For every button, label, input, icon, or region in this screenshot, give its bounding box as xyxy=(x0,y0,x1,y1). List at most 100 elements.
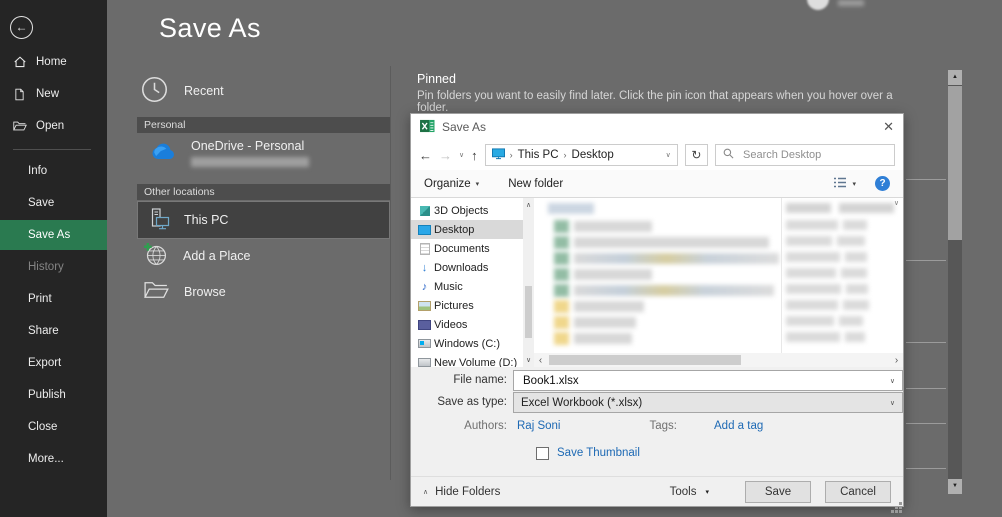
sidebar-item-history[interactable]: History xyxy=(0,252,107,282)
chevron-down-icon: ∨ xyxy=(890,399,895,407)
recent-locations-chevron-icon[interactable]: ∨ xyxy=(459,151,464,159)
scrollbar-thumb[interactable] xyxy=(948,86,962,240)
file-row-redacted[interactable] xyxy=(554,300,644,313)
views-icon xyxy=(833,177,847,191)
dialog-command-bar: Organize ▾ New folder ▾ ? xyxy=(411,170,903,198)
tools-dropdown[interactable]: Tools ▾ xyxy=(670,486,709,498)
horizontal-scrollbar-thumb[interactable] xyxy=(549,355,741,365)
user-avatar[interactable] xyxy=(807,0,829,10)
file-row-redacted[interactable] xyxy=(554,236,769,249)
scroll-down-button[interactable]: ▼ xyxy=(948,479,962,494)
tree-item-documents[interactable]: Documents xyxy=(411,239,523,258)
hide-folders-button[interactable]: ∧ Hide Folders xyxy=(423,486,500,498)
save-button[interactable]: Save xyxy=(745,481,811,503)
file-row-redacted[interactable] xyxy=(554,268,652,281)
pinned-row-separator xyxy=(906,388,946,389)
resize-grip[interactable] xyxy=(899,502,902,505)
sidebar-item-label: Open xyxy=(36,120,64,132)
sidebar-item-open[interactable]: Open xyxy=(0,111,107,141)
back-button[interactable]: ← xyxy=(10,16,33,39)
close-icon[interactable]: ✕ xyxy=(868,119,894,135)
sidebar-item-home[interactable]: Home xyxy=(0,47,107,77)
cancel-button[interactable]: Cancel xyxy=(825,481,891,503)
recent-tab[interactable]: Recent xyxy=(141,76,224,106)
file-name-input[interactable] xyxy=(521,374,890,388)
sidebar-item-new[interactable]: New xyxy=(0,79,107,109)
add-a-place[interactable]: Add a Place xyxy=(143,242,250,270)
search-box[interactable] xyxy=(715,144,895,166)
sidebar-item-info[interactable]: Info xyxy=(0,156,107,186)
refresh-button[interactable]: ↻ xyxy=(685,144,708,166)
change-view-button[interactable]: ▾ xyxy=(833,177,856,191)
tree-item-pictures[interactable]: Pictures xyxy=(411,296,523,315)
dialog-titlebar[interactable]: Save As ✕ xyxy=(411,114,903,140)
file-row-redacted[interactable] xyxy=(554,252,779,265)
organize-dropdown[interactable]: Organize ▾ xyxy=(424,178,479,190)
browse-place[interactable]: Browse xyxy=(143,280,226,303)
chevron-left-icon[interactable]: ‹ xyxy=(534,355,547,366)
file-name-combo[interactable]: ∨ xyxy=(513,370,903,391)
scroll-up-button[interactable]: ▲ xyxy=(948,70,962,85)
search-input[interactable] xyxy=(741,148,887,162)
nav-up-icon[interactable]: ↑ xyxy=(471,148,478,163)
nav-back-icon[interactable]: ← xyxy=(419,148,432,163)
save-type-combo[interactable]: Excel Workbook (*.xlsx) ∨ xyxy=(513,392,903,413)
add-tag-link[interactable]: Add a tag xyxy=(714,420,763,432)
dialog-body: 3D Objects Desktop Documents ↓Downloads … xyxy=(411,198,903,367)
tree-item-music[interactable]: ♪Music xyxy=(411,277,523,296)
address-dropdown-chevron-icon[interactable]: ∨ xyxy=(666,151,671,159)
page-title: Save As xyxy=(159,13,261,44)
column-collapse-chevron-icon[interactable]: ∨ xyxy=(894,199,899,207)
tree-scrollbar-thumb[interactable] xyxy=(525,286,532,338)
file-row-redacted[interactable] xyxy=(554,220,652,233)
sidebar-item-export[interactable]: Export xyxy=(0,348,107,378)
nav-forward-icon[interactable]: → xyxy=(439,148,452,163)
tree-item-desktop[interactable]: Desktop xyxy=(411,220,523,239)
tree-item-downloads[interactable]: ↓Downloads xyxy=(411,258,523,277)
horizontal-scrollbar[interactable]: ‹ › xyxy=(534,353,903,367)
breadcrumb[interactable]: › This PC › Desktop ∨ xyxy=(485,144,678,166)
detail-cell-redacted xyxy=(786,252,867,262)
detail-cell-redacted xyxy=(786,268,867,278)
sidebar-item-share[interactable]: Share xyxy=(0,316,107,346)
app-scrollbar[interactable]: ▲ ▼ xyxy=(948,70,962,494)
tree-scrollbar[interactable]: ∧ ∨ xyxy=(523,198,534,367)
home-icon xyxy=(13,55,27,69)
chevron-up-icon[interactable]: ∧ xyxy=(523,201,534,209)
detail-cell-redacted xyxy=(786,332,865,342)
new-document-icon xyxy=(13,87,27,101)
authors-value[interactable]: Raj Soni xyxy=(517,420,560,432)
open-folder-icon xyxy=(13,119,27,133)
chevron-down-icon[interactable]: ∨ xyxy=(523,356,534,364)
breadcrumb-this-pc[interactable]: This PC xyxy=(518,149,559,161)
caret-down-icon: ▾ xyxy=(476,180,480,188)
this-pc-place[interactable]: This PC xyxy=(137,201,390,239)
browse-folder-icon xyxy=(143,280,169,303)
column-header-redacted xyxy=(839,203,894,213)
sidebar-item-save[interactable]: Save xyxy=(0,188,107,218)
tree-item-videos[interactable]: Videos xyxy=(411,315,523,334)
browse-label: Browse xyxy=(184,285,226,299)
tree-item-windows-c[interactable]: Windows (C:) xyxy=(411,334,523,353)
column-header-redacted xyxy=(786,203,831,213)
file-row-redacted[interactable] xyxy=(554,284,774,297)
sidebar-item-publish[interactable]: Publish xyxy=(0,380,107,410)
new-folder-button[interactable]: New folder xyxy=(508,178,563,190)
chevron-up-icon: ∧ xyxy=(423,488,428,496)
save-thumbnail-label[interactable]: Save Thumbnail xyxy=(557,447,640,459)
chevron-down-icon[interactable]: ∨ xyxy=(890,377,895,385)
pinned-heading: Pinned xyxy=(417,72,456,86)
breadcrumb-desktop[interactable]: Desktop xyxy=(572,149,614,161)
save-thumbnail-checkbox[interactable] xyxy=(536,447,549,460)
sidebar-item-more[interactable]: More... xyxy=(0,444,107,474)
sidebar-item-save-as[interactable]: Save As xyxy=(0,220,107,250)
help-icon[interactable]: ? xyxy=(875,176,890,191)
sidebar-item-print[interactable]: Print xyxy=(0,284,107,314)
breadcrumb-chevron-icon: › xyxy=(564,150,567,160)
onedrive-place[interactable]: OneDrive - Personal xyxy=(147,139,309,167)
sidebar-item-close[interactable]: Close xyxy=(0,412,107,442)
file-row-redacted[interactable] xyxy=(554,316,636,329)
chevron-right-icon[interactable]: › xyxy=(890,355,903,366)
tree-item-3d-objects[interactable]: 3D Objects xyxy=(411,201,523,220)
file-row-redacted[interactable] xyxy=(554,332,632,345)
